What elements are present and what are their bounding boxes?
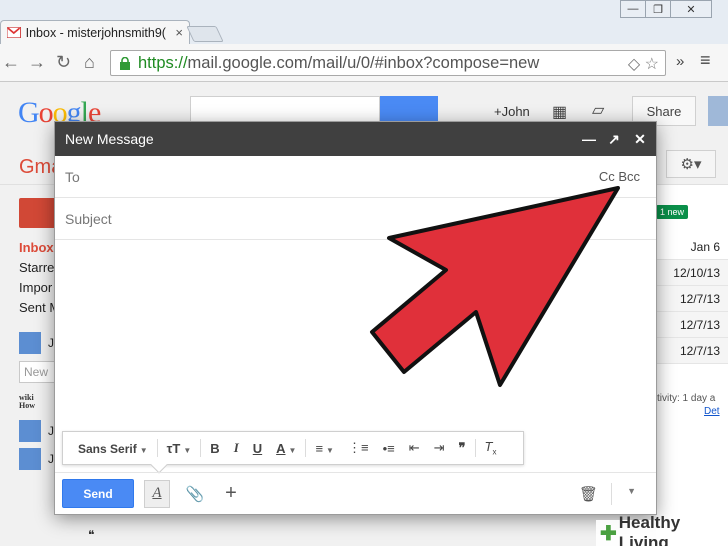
gmail-favicon-icon	[7, 27, 21, 38]
to-label: To	[65, 168, 80, 185]
contact-name: J	[48, 424, 54, 438]
remove-formatting-icon[interactable]: Tx	[478, 439, 504, 457]
font-size-icon[interactable]: τT ▼	[160, 441, 199, 456]
align-icon[interactable]: ≡ ▼	[308, 441, 341, 456]
tab-title: Inbox - misterjohnsmith9(	[25, 25, 166, 40]
contact-avatar[interactable]	[19, 420, 41, 442]
apps-grid-icon[interactable]: ▦	[552, 102, 567, 122]
compose-title: New Message	[65, 131, 154, 147]
notifications-bell-icon[interactable]: ▱	[592, 100, 604, 120]
contact-name: J	[48, 336, 54, 350]
url-text: https://mail.google.com/mail/u/0/#inbox?…	[138, 53, 540, 72]
subject-label: Subject	[65, 210, 112, 227]
bulleted-list-icon[interactable]: •≡	[376, 441, 402, 456]
bold-icon[interactable]: B	[203, 441, 226, 456]
italic-icon[interactable]: I	[227, 440, 246, 456]
more-insert-icon[interactable]: +	[220, 482, 242, 506]
compose-button[interactable]	[19, 198, 59, 228]
minimize-button[interactable]: —	[620, 0, 646, 18]
compose-footer: Send A 📎 + 🗑 ▼	[55, 472, 656, 514]
watermark-text: Healthy Living	[618, 513, 681, 546]
nav-important[interactable]: Impor	[19, 278, 60, 298]
mail-row-date[interactable]: 12/7/13	[656, 338, 728, 364]
nav-inbox[interactable]: Inbox	[19, 238, 60, 258]
text-color-icon[interactable]: A ▼	[269, 441, 303, 456]
font-family-select[interactable]: Sans Serif ▼	[71, 441, 155, 456]
mail-row-date[interactable]: 12/7/13	[656, 286, 728, 312]
contact-name: J	[48, 452, 54, 466]
chat-quote-icon[interactable]: ❝	[88, 528, 94, 542]
indent-more-icon[interactable]: ⇥	[427, 440, 452, 456]
forward-icon[interactable]: →	[28, 52, 46, 73]
to-field[interactable]: To Cc Bcc	[55, 156, 656, 198]
subject-field[interactable]: Subject	[55, 198, 656, 240]
address-bar[interactable]: https://mail.google.com/mail/u/0/#inbox?…	[110, 50, 666, 76]
bookmark-star-icon[interactable]: ◇ ☆	[628, 54, 659, 74]
back-icon[interactable]: ←	[2, 52, 20, 73]
minimize-compose-icon[interactable]: —	[582, 131, 596, 147]
close-window-button[interactable]: ✕	[670, 0, 712, 18]
browser-toolbar: ← → ↻ ⌂ https://mail.google.com/mail/u/0…	[0, 44, 728, 82]
reload-icon[interactable]: ↻	[56, 52, 71, 73]
maximize-button[interactable]: ❐	[645, 0, 671, 18]
wikihow-logo: wiki How	[19, 393, 35, 410]
numbered-list-icon[interactable]: ⋮≡	[341, 440, 376, 456]
new-tab-button[interactable]	[186, 26, 224, 42]
mail-row-date[interactable]: 12/7/13	[656, 312, 728, 338]
plus-logo-icon: ✚	[600, 522, 617, 545]
attach-files-icon[interactable]: 📎	[184, 482, 206, 506]
formatting-options-icon[interactable]: A	[144, 479, 170, 508]
discard-draft-icon[interactable]: 🗑	[579, 485, 598, 503]
contact-avatar[interactable]	[19, 332, 41, 354]
tab-close-icon[interactable]: ×	[175, 25, 183, 40]
user-link[interactable]: +John	[494, 104, 530, 119]
new-hangout-input[interactable]: New	[19, 361, 59, 383]
compose-header[interactable]: New Message — ↗ ✕	[55, 122, 656, 156]
account-avatar[interactable]	[708, 96, 728, 126]
extensions-overflow-icon[interactable]: »	[676, 53, 684, 70]
healthy-living-watermark: ✚ Healthy Living	[596, 513, 728, 546]
underline-icon[interactable]: U	[246, 441, 269, 456]
browser-tabstrip: Inbox - misterjohnsmith9( × — ❐ ✕	[0, 0, 728, 44]
details-link[interactable]: Det	[704, 406, 720, 417]
new-mail-badge: 1 new	[656, 205, 689, 219]
more-options-icon[interactable]: ▼	[627, 486, 636, 496]
contact-avatar[interactable]	[19, 448, 41, 470]
gmail-nav: Inbox Starre Impor Sent M	[19, 238, 60, 318]
window-controls: — ❐ ✕	[620, 0, 712, 18]
formatting-toolbar: Sans Serif ▼ τT ▼ B I U A ▼ ≡ ▼ ⋮≡ •≡ ⇤ ⇥ ❞ …	[62, 431, 524, 474]
mail-row-date[interactable]: Jan 6	[656, 234, 728, 260]
nav-starred[interactable]: Starre	[19, 258, 60, 278]
lock-icon	[120, 56, 130, 70]
send-button[interactable]: Send	[62, 479, 134, 508]
close-compose-icon[interactable]: ✕	[634, 131, 646, 148]
mail-list: Jan 6 12/10/13 12/7/13 12/7/13 12/7/13	[656, 234, 728, 364]
last-activity-text: ctivity: 1 day a	[652, 393, 716, 404]
mail-row-date[interactable]: 12/10/13	[656, 260, 728, 286]
browser-menu-icon[interactable]: ≡	[700, 50, 711, 71]
indent-less-icon[interactable]: ⇤	[402, 440, 427, 456]
quote-icon[interactable]: ❞	[452, 440, 473, 456]
settings-gear-icon[interactable]: ⚙▾	[666, 150, 716, 178]
home-icon[interactable]: ⌂	[84, 52, 95, 73]
cc-bcc-link[interactable]: Cc Bcc	[599, 169, 640, 184]
browser-tab-inbox[interactable]: Inbox - misterjohnsmith9( ×	[0, 20, 190, 44]
nav-sent[interactable]: Sent M	[19, 298, 60, 318]
popout-compose-icon[interactable]: ↗	[608, 131, 620, 148]
compose-window: New Message — ↗ ✕ To Cc Bcc Subject Sans…	[55, 122, 656, 514]
